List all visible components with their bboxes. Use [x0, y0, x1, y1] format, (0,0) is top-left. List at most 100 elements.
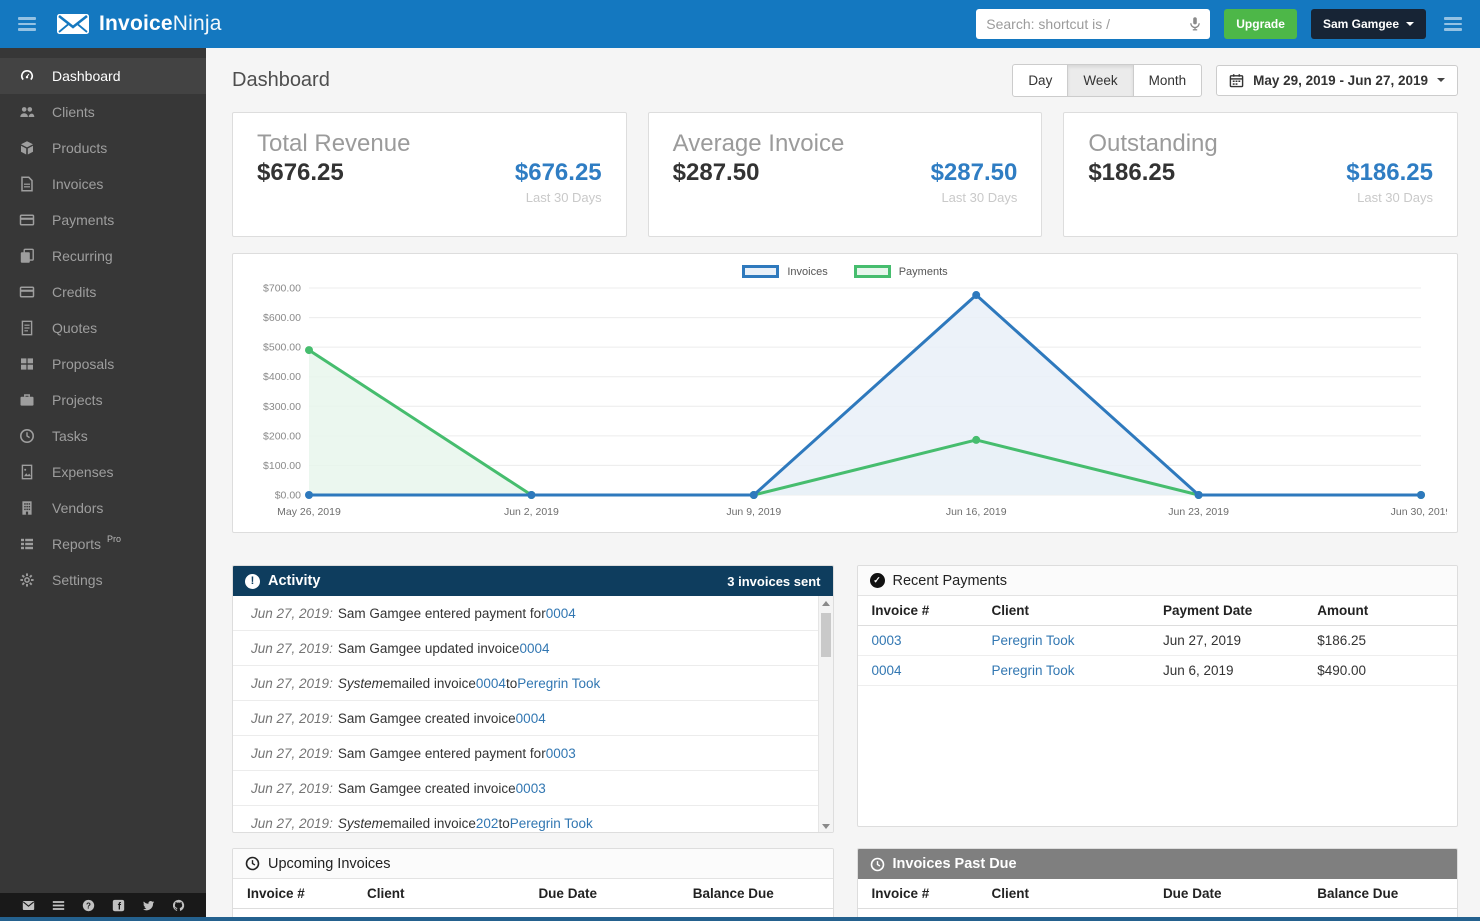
invoices-past-due-table: Invoice #ClientDue DateBalance Due [858, 879, 1458, 909]
check-circle-icon: ✓ [870, 573, 885, 588]
sidebar-item-clients[interactable]: Clients [0, 94, 206, 130]
sidebar-item-label: Tasks [52, 428, 88, 444]
activity-link[interactable]: Peregrin Took [517, 676, 600, 691]
twitter-icon[interactable] [142, 899, 155, 912]
activity-text: Sam Gamgee created invoice [338, 781, 516, 796]
activity-link[interactable]: 0004 [476, 676, 506, 691]
svg-text:Jun 9, 2019: Jun 9, 2019 [726, 506, 781, 518]
activity-link[interactable]: 0004 [546, 606, 576, 621]
table-link[interactable]: Peregrin Took [992, 633, 1075, 648]
sidebar-item-tasks[interactable]: Tasks [0, 418, 206, 454]
table-cell: $490.00 [1317, 663, 1443, 678]
activity-item: Jun 27, 2019:System emailed invoice 0004… [233, 666, 833, 701]
column-header-client: Client [992, 886, 1163, 901]
table-header: Invoice #ClientDue DateBalance Due [233, 879, 833, 909]
app-logo[interactable]: InvoiceNinja [56, 12, 222, 36]
user-name: Sam Gamgee [1323, 17, 1399, 31]
vendors-icon [19, 500, 37, 516]
sidebar-item-label: Invoices [52, 176, 103, 192]
brand-name: InvoiceNinja [99, 12, 222, 36]
expenses-icon [19, 464, 37, 480]
column-header-balance-due: Balance Due [1317, 886, 1443, 901]
activity-link[interactable]: 202 [476, 816, 499, 831]
github-icon[interactable] [172, 899, 185, 912]
search-input[interactable] [976, 9, 1210, 39]
activity-text: emailed invoice [383, 676, 476, 691]
menu-toggle-icon[interactable] [14, 13, 40, 35]
sidebar-item-credits[interactable]: Credits [0, 274, 206, 310]
activity-link[interactable]: 0004 [516, 711, 546, 726]
sidebar-item-products[interactable]: Products [0, 130, 206, 166]
table-cell: $186.25 [1317, 633, 1443, 648]
table-link[interactable]: Peregrin Took [992, 663, 1075, 678]
activity-link[interactable]: 0003 [546, 746, 576, 761]
sidebar-item-label: Proposals [52, 356, 114, 372]
activity-date: Jun 27, 2019: [251, 676, 333, 691]
activity-panel-title: Activity [268, 573, 320, 589]
activity-link[interactable]: 0003 [516, 781, 546, 796]
microphone-icon[interactable] [1187, 16, 1203, 32]
help-icon[interactable]: ? [82, 899, 95, 912]
clock-icon [870, 857, 885, 872]
activity-scrollbar[interactable] [818, 596, 833, 833]
sidebar-item-projects[interactable]: Projects [0, 382, 206, 418]
sidebar-item-label: Payments [52, 212, 114, 228]
email-icon[interactable] [22, 899, 35, 912]
scrollbar-thumb[interactable] [821, 613, 831, 657]
sidebar-item-reports[interactable]: ReportsPro [0, 526, 206, 562]
column-header-balance-due: Balance Due [693, 886, 819, 901]
list-icon[interactable] [52, 899, 65, 912]
activity-text: Sam Gamgee entered payment for [338, 746, 546, 761]
stat-card-total-revenue: Total Revenue$676.25$676.25Last 30 Days [232, 112, 627, 237]
range-button-group: DayWeekMonth [1012, 64, 1202, 97]
column-header-due-date: Due Date [1163, 886, 1317, 901]
column-header-due-date: Due Date [538, 886, 692, 901]
exclamation-circle-icon: ! [245, 574, 260, 589]
table-link[interactable]: 0003 [872, 633, 902, 648]
recent-payments-title: Recent Payments [893, 573, 1007, 589]
sidebar-item-payments[interactable]: Payments [0, 202, 206, 238]
stat-value-period: $287.50 [931, 159, 1018, 187]
activity-date: Jun 27, 2019: [251, 711, 333, 726]
range-button-day[interactable]: Day [1012, 64, 1068, 97]
activity-list: Jun 27, 2019: Sam Gamgee entered payment … [233, 596, 833, 833]
sidebar-item-quotes[interactable]: Quotes [0, 310, 206, 346]
sidebar-item-settings[interactable]: Settings [0, 562, 206, 598]
sidebar-item-vendors[interactable]: Vendors [0, 490, 206, 526]
activity-text: Sam Gamgee entered payment for [338, 606, 546, 621]
scroll-down-icon[interactable] [819, 819, 833, 833]
activity-link[interactable]: 0004 [519, 641, 549, 656]
sidebar-item-label: Dashboard [52, 68, 121, 84]
sidebar-item-expenses[interactable]: Expenses [0, 454, 206, 490]
activity-item: Jun 27, 2019:Sam Gamgee entered payment … [233, 596, 833, 631]
table-header: Invoice #ClientPayment DateAmount [858, 596, 1458, 626]
calendar-icon [1229, 73, 1244, 88]
projects-icon [19, 392, 37, 408]
activity-link[interactable]: Peregrin Took [510, 816, 593, 831]
sidebar-item-dashboard[interactable]: Dashboard [0, 58, 206, 94]
envelope-logo-icon [56, 13, 90, 35]
user-menu-button[interactable]: Sam Gamgee [1311, 9, 1426, 39]
column-header-client: Client [367, 886, 538, 901]
top-navbar: InvoiceNinja Upgrade Sam Gamgee [0, 0, 1480, 48]
activity-item: Jun 27, 2019:Sam Gamgee updated invoice … [233, 631, 833, 666]
upcoming-invoices-panel: Upcoming Invoices Invoice #ClientDue Dat… [232, 848, 834, 921]
range-button-month[interactable]: Month [1133, 64, 1203, 97]
range-button-week[interactable]: Week [1067, 64, 1133, 97]
facebook-icon[interactable]: f [112, 899, 125, 912]
sidebar-item-invoices[interactable]: Invoices [0, 166, 206, 202]
sidebar-item-recurring[interactable]: Recurring [0, 238, 206, 274]
recent-payments-panel: ✓ Recent Payments Invoice #ClientPayment… [857, 565, 1459, 827]
table-link[interactable]: 0004 [872, 663, 902, 678]
upgrade-button[interactable]: Upgrade [1224, 9, 1297, 39]
legend-item-payments[interactable]: Payments [854, 265, 948, 278]
products-icon [19, 140, 37, 156]
scroll-up-icon[interactable] [819, 596, 833, 611]
dashboard-icon [19, 68, 37, 84]
svg-text:May 26, 2019: May 26, 2019 [277, 506, 341, 518]
nav-options-icon[interactable] [1440, 13, 1466, 35]
date-range-button[interactable]: May 29, 2019 - Jun 27, 2019 [1216, 65, 1458, 96]
legend-item-invoices[interactable]: Invoices [742, 265, 827, 278]
sidebar-item-proposals[interactable]: Proposals [0, 346, 206, 382]
activity-text: Sam Gamgee updated invoice [338, 641, 520, 656]
